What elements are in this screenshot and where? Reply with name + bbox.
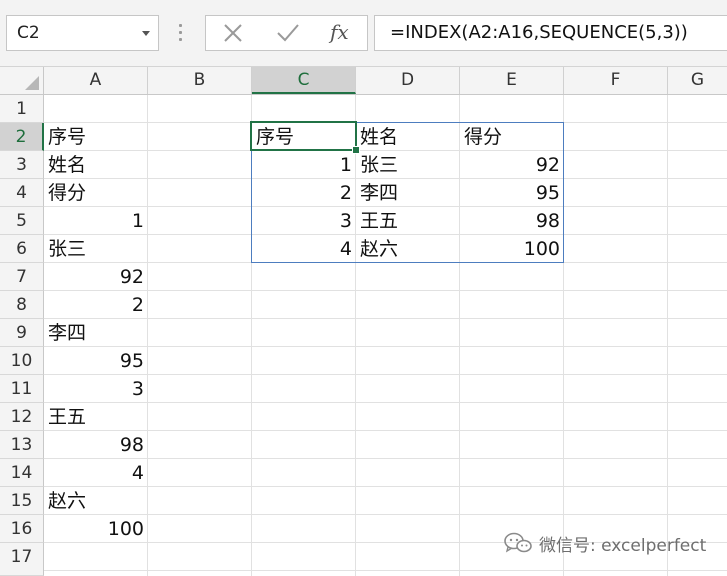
watermark-label: 微信号: excelperfect xyxy=(539,535,707,556)
select-all-button[interactable] xyxy=(0,67,44,94)
cell-d3[interactable]: 张三 xyxy=(356,151,460,179)
watermark: 微信号: excelperfect xyxy=(503,529,706,557)
fill-handle[interactable] xyxy=(352,146,360,154)
cell-e4[interactable]: 95 xyxy=(460,179,564,207)
cell-d6[interactable]: 赵六 xyxy=(356,235,460,263)
row-header-8[interactable]: 8 xyxy=(0,291,44,319)
cell-a5[interactable]: 1 xyxy=(44,207,148,235)
drag-handle-icon[interactable] xyxy=(179,24,183,42)
cell-e2[interactable]: 得分 xyxy=(460,123,564,151)
row-header-3[interactable]: 3 xyxy=(0,151,44,179)
cell-e5[interactable]: 98 xyxy=(460,207,564,235)
select-all-triangle-icon xyxy=(25,76,39,90)
row-header-10[interactable]: 10 xyxy=(0,347,44,375)
cell-a16[interactable]: 100 xyxy=(44,515,148,543)
cell-a4[interactable]: 得分 xyxy=(44,179,148,207)
check-icon[interactable] xyxy=(276,22,300,44)
row-header-9[interactable]: 9 xyxy=(0,319,44,347)
formula-input[interactable]: =INDEX(A2:A16,SEQUENCE(5,3)) xyxy=(374,15,727,51)
formula-text: =INDEX(A2:A16,SEQUENCE(5,3)) xyxy=(390,22,688,43)
column-header-c[interactable]: C xyxy=(252,67,356,94)
cell-a15[interactable]: 赵六 xyxy=(44,487,148,515)
row-header-16[interactable]: 16 xyxy=(0,515,44,543)
cell-a3[interactable]: 姓名 xyxy=(44,151,148,179)
formula-buttons: fx xyxy=(205,15,368,51)
cell-d2[interactable]: 姓名 xyxy=(356,123,460,151)
row-header-11[interactable]: 11 xyxy=(0,375,44,403)
row-header-13[interactable]: 13 xyxy=(0,431,44,459)
cell-e3[interactable]: 92 xyxy=(460,151,564,179)
cell-a2[interactable]: 序号 xyxy=(44,123,148,151)
cell-c2[interactable]: 序号 xyxy=(252,123,356,151)
row-header-14[interactable]: 14 xyxy=(0,459,44,487)
cell-a9[interactable]: 李四 xyxy=(44,319,148,347)
cell-a10[interactable]: 95 xyxy=(44,347,148,375)
wechat-icon xyxy=(504,532,532,553)
column-gridline xyxy=(667,95,668,576)
cell-c4[interactable]: 2 xyxy=(252,179,356,207)
cell-a6[interactable]: 张三 xyxy=(44,235,148,263)
cell-e6[interactable]: 100 xyxy=(460,235,564,263)
column-header-row: A B C D E F G xyxy=(0,67,727,95)
row-header-17[interactable]: 17 xyxy=(0,543,44,576)
cell-d5[interactable]: 王五 xyxy=(356,207,460,235)
column-header-e[interactable]: E xyxy=(460,67,564,94)
row-header-1[interactable]: 1 xyxy=(0,95,44,123)
cell-c5[interactable]: 3 xyxy=(252,207,356,235)
column-header-f[interactable]: F xyxy=(564,67,668,94)
row-header-15[interactable]: 15 xyxy=(0,487,44,515)
cell-a7[interactable]: 92 xyxy=(44,263,148,291)
cell-a11[interactable]: 3 xyxy=(44,375,148,403)
cell-d4[interactable]: 李四 xyxy=(356,179,460,207)
insert-function-button[interactable]: fx xyxy=(330,20,349,44)
row-header-5[interactable]: 5 xyxy=(0,207,44,235)
cell-c6[interactable]: 4 xyxy=(252,235,356,263)
row-header-7[interactable]: 7 xyxy=(0,263,44,291)
row-header-2[interactable]: 2 xyxy=(0,123,44,151)
column-header-b[interactable]: B xyxy=(148,67,252,94)
column-header-g[interactable]: G xyxy=(668,67,727,94)
column-header-d[interactable]: D xyxy=(356,67,460,94)
row-header-4[interactable]: 4 xyxy=(0,179,44,207)
cell-a13[interactable]: 98 xyxy=(44,431,148,459)
formula-bar-area: C2 fx =INDEX(A2:A16,SEQUENCE(5,3)) xyxy=(0,0,727,67)
chevron-down-icon[interactable] xyxy=(142,31,150,36)
name-box[interactable]: C2 xyxy=(6,15,159,51)
row-header-6[interactable]: 6 xyxy=(0,235,44,263)
row-header-12[interactable]: 12 xyxy=(0,403,44,431)
cell-a8[interactable]: 2 xyxy=(44,291,148,319)
x-icon[interactable] xyxy=(222,22,244,44)
cell-a14[interactable]: 4 xyxy=(44,459,148,487)
cell-c3[interactable]: 1 xyxy=(252,151,356,179)
cell-a12[interactable]: 王五 xyxy=(44,403,148,431)
column-header-a[interactable]: A xyxy=(44,67,148,94)
name-box-value: C2 xyxy=(17,23,40,43)
